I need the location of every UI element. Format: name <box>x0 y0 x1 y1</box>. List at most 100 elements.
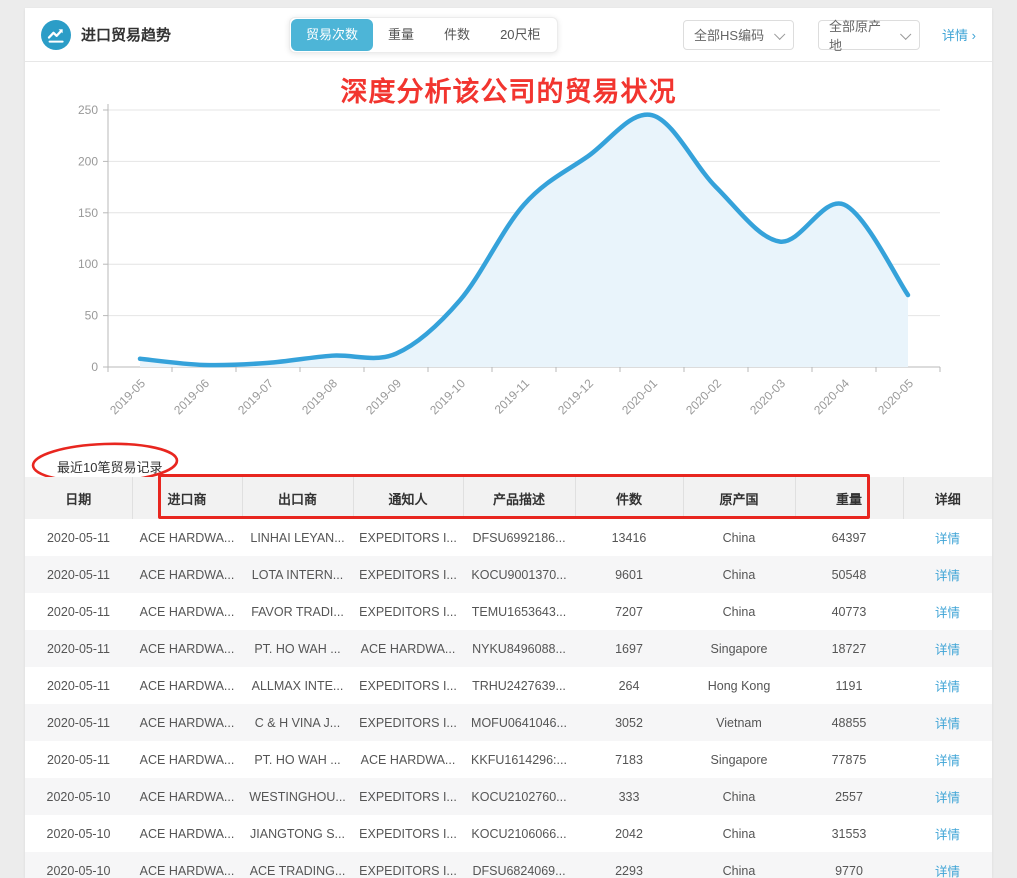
cell-notify-party: EXPEDITORS I... <box>353 556 463 593</box>
cell-importer: ACE HARDWA... <box>132 815 242 852</box>
cell-notify-party: ACE HARDWA... <box>353 741 463 778</box>
cell-date: 2020-05-11 <box>25 630 132 667</box>
cell-notify-party: EXPEDITORS I... <box>353 704 463 741</box>
cell-quantity: 2042 <box>575 815 683 852</box>
cell-origin-country: China <box>683 815 795 852</box>
column-header-重量: 重量 <box>795 477 903 519</box>
row-detail-link[interactable]: 详情 <box>935 865 960 878</box>
row-detail-link[interactable]: 详情 <box>935 828 960 842</box>
hs-code-filter[interactable]: 全部HS编码 <box>683 20 794 50</box>
row-detail-link[interactable]: 详情 <box>935 643 960 657</box>
trade-trend-card: 进口贸易趋势 贸易次数重量件数20尺柜 全部HS编码全部原产地 详情 › 050… <box>25 8 992 878</box>
cell-product-desc: KKFU1614296:... <box>463 741 575 778</box>
cell-exporter: PT. HO WAH ... <box>242 741 353 778</box>
row-detail-link[interactable]: 详情 <box>935 606 960 620</box>
cell-notify-party: EXPEDITORS I... <box>353 778 463 815</box>
row-detail-link[interactable]: 详情 <box>935 532 960 546</box>
cell-weight: 77875 <box>795 741 903 778</box>
cell-weight: 2557 <box>795 778 903 815</box>
cell-exporter: WESTINGHOU... <box>242 778 353 815</box>
column-header-产品描述: 产品描述 <box>463 477 575 519</box>
row-detail-link[interactable]: 详情 <box>935 791 960 805</box>
cell-date: 2020-05-11 <box>25 593 132 630</box>
cell-quantity: 1697 <box>575 630 683 667</box>
tab-件数[interactable]: 件数 <box>429 19 485 51</box>
cell-product-desc: KOCU2106066... <box>463 815 575 852</box>
cell-weight: 64397 <box>795 519 903 556</box>
cell-exporter: LINHAI LEYAN... <box>242 519 353 556</box>
card-header: 进口贸易趋势 贸易次数重量件数20尺柜 全部HS编码全部原产地 详情 › <box>25 8 992 62</box>
origin-filter[interactable]: 全部原产地 <box>818 20 920 50</box>
x-axis-label: 2020-03 <box>747 376 788 417</box>
cell-product-desc: TRHU2427639... <box>463 667 575 704</box>
cell-weight: 1191 <box>795 667 903 704</box>
cell-origin-country: China <box>683 519 795 556</box>
cell-date: 2020-05-10 <box>25 852 132 878</box>
y-axis-label: 150 <box>78 206 98 220</box>
column-header-出口商: 出口商 <box>242 477 353 519</box>
cell-date: 2020-05-11 <box>25 667 132 704</box>
cell-date: 2020-05-11 <box>25 519 132 556</box>
cell-quantity: 2293 <box>575 852 683 878</box>
y-axis-label: 200 <box>78 154 98 168</box>
page-title: 进口贸易趋势 <box>81 24 171 45</box>
cell-origin-country: Vietnam <box>683 704 795 741</box>
cell-importer: ACE HARDWA... <box>132 778 242 815</box>
cell-weight: 9770 <box>795 852 903 878</box>
tab-重量[interactable]: 重量 <box>373 19 429 51</box>
header-detail-link[interactable]: 详情 › <box>942 25 976 44</box>
tab-20尺柜[interactable]: 20尺柜 <box>485 19 555 51</box>
chart-section: 0501001502002502019-052019-062019-072019… <box>25 62 992 440</box>
column-header-详细: 详细 <box>903 477 992 519</box>
table-row: 2020-05-11ACE HARDWA...LOTA INTERN...EXP… <box>25 556 992 593</box>
cell-exporter: FAVOR TRADI... <box>242 593 353 630</box>
y-axis-label: 0 <box>91 360 98 374</box>
area-fill <box>140 115 908 367</box>
table-row: 2020-05-11ACE HARDWA...PT. HO WAH ...ACE… <box>25 630 992 667</box>
row-detail-link[interactable]: 详情 <box>935 680 960 694</box>
cell-detail: 详情 <box>903 593 992 630</box>
column-header-件数: 件数 <box>575 477 683 519</box>
x-axis-label: 2020-04 <box>811 376 852 417</box>
cell-exporter: JIANGTONG S... <box>242 815 353 852</box>
cell-detail: 详情 <box>903 630 992 667</box>
row-detail-link[interactable]: 详情 <box>935 569 960 583</box>
x-axis-label: 2019-05 <box>107 376 148 417</box>
x-axis-label: 2019-09 <box>363 376 404 417</box>
cell-detail: 详情 <box>903 704 992 741</box>
cell-product-desc: DFSU6992186... <box>463 519 575 556</box>
cell-date: 2020-05-11 <box>25 556 132 593</box>
cell-detail: 详情 <box>903 556 992 593</box>
column-header-进口商: 进口商 <box>132 477 242 519</box>
table-row: 2020-05-11ACE HARDWA...PT. HO WAH ...ACE… <box>25 741 992 778</box>
x-axis-label: 2020-02 <box>683 376 724 417</box>
cell-origin-country: China <box>683 852 795 878</box>
cell-origin-country: China <box>683 778 795 815</box>
cell-exporter: C & H VINA J... <box>242 704 353 741</box>
cell-importer: ACE HARDWA... <box>132 630 242 667</box>
cell-date: 2020-05-11 <box>25 704 132 741</box>
cell-notify-party: EXPEDITORS I... <box>353 852 463 878</box>
x-axis-label: 2019-08 <box>299 376 340 417</box>
cell-exporter: ALLMAX INTE... <box>242 667 353 704</box>
x-axis-label: 2019-10 <box>427 376 468 417</box>
trade-records-table: 日期进口商出口商通知人产品描述件数原产国重量详细 2020-05-11ACE H… <box>25 477 992 878</box>
x-axis-label: 2019-07 <box>235 376 276 417</box>
cell-importer: ACE HARDWA... <box>132 704 242 741</box>
row-detail-link[interactable]: 详情 <box>935 754 960 768</box>
chevron-right-icon: › <box>972 28 976 43</box>
cell-notify-party: EXPEDITORS I... <box>353 519 463 556</box>
cell-importer: ACE HARDWA... <box>132 667 242 704</box>
cell-weight: 40773 <box>795 593 903 630</box>
cell-notify-party: EXPEDITORS I... <box>353 593 463 630</box>
tab-贸易次数[interactable]: 贸易次数 <box>291 19 373 51</box>
table-row: 2020-05-10ACE HARDWA...ACE TRADING...EXP… <box>25 852 992 878</box>
cell-detail: 详情 <box>903 741 992 778</box>
table-row: 2020-05-11ACE HARDWA...LINHAI LEYAN...EX… <box>25 519 992 556</box>
cell-importer: ACE HARDWA... <box>132 519 242 556</box>
table-row: 2020-05-11ACE HARDWA...ALLMAX INTE...EXP… <box>25 667 992 704</box>
row-detail-link[interactable]: 详情 <box>935 717 960 731</box>
cell-notify-party: EXPEDITORS I... <box>353 667 463 704</box>
y-axis-label: 50 <box>85 309 99 323</box>
x-axis-label: 2020-01 <box>619 376 660 417</box>
